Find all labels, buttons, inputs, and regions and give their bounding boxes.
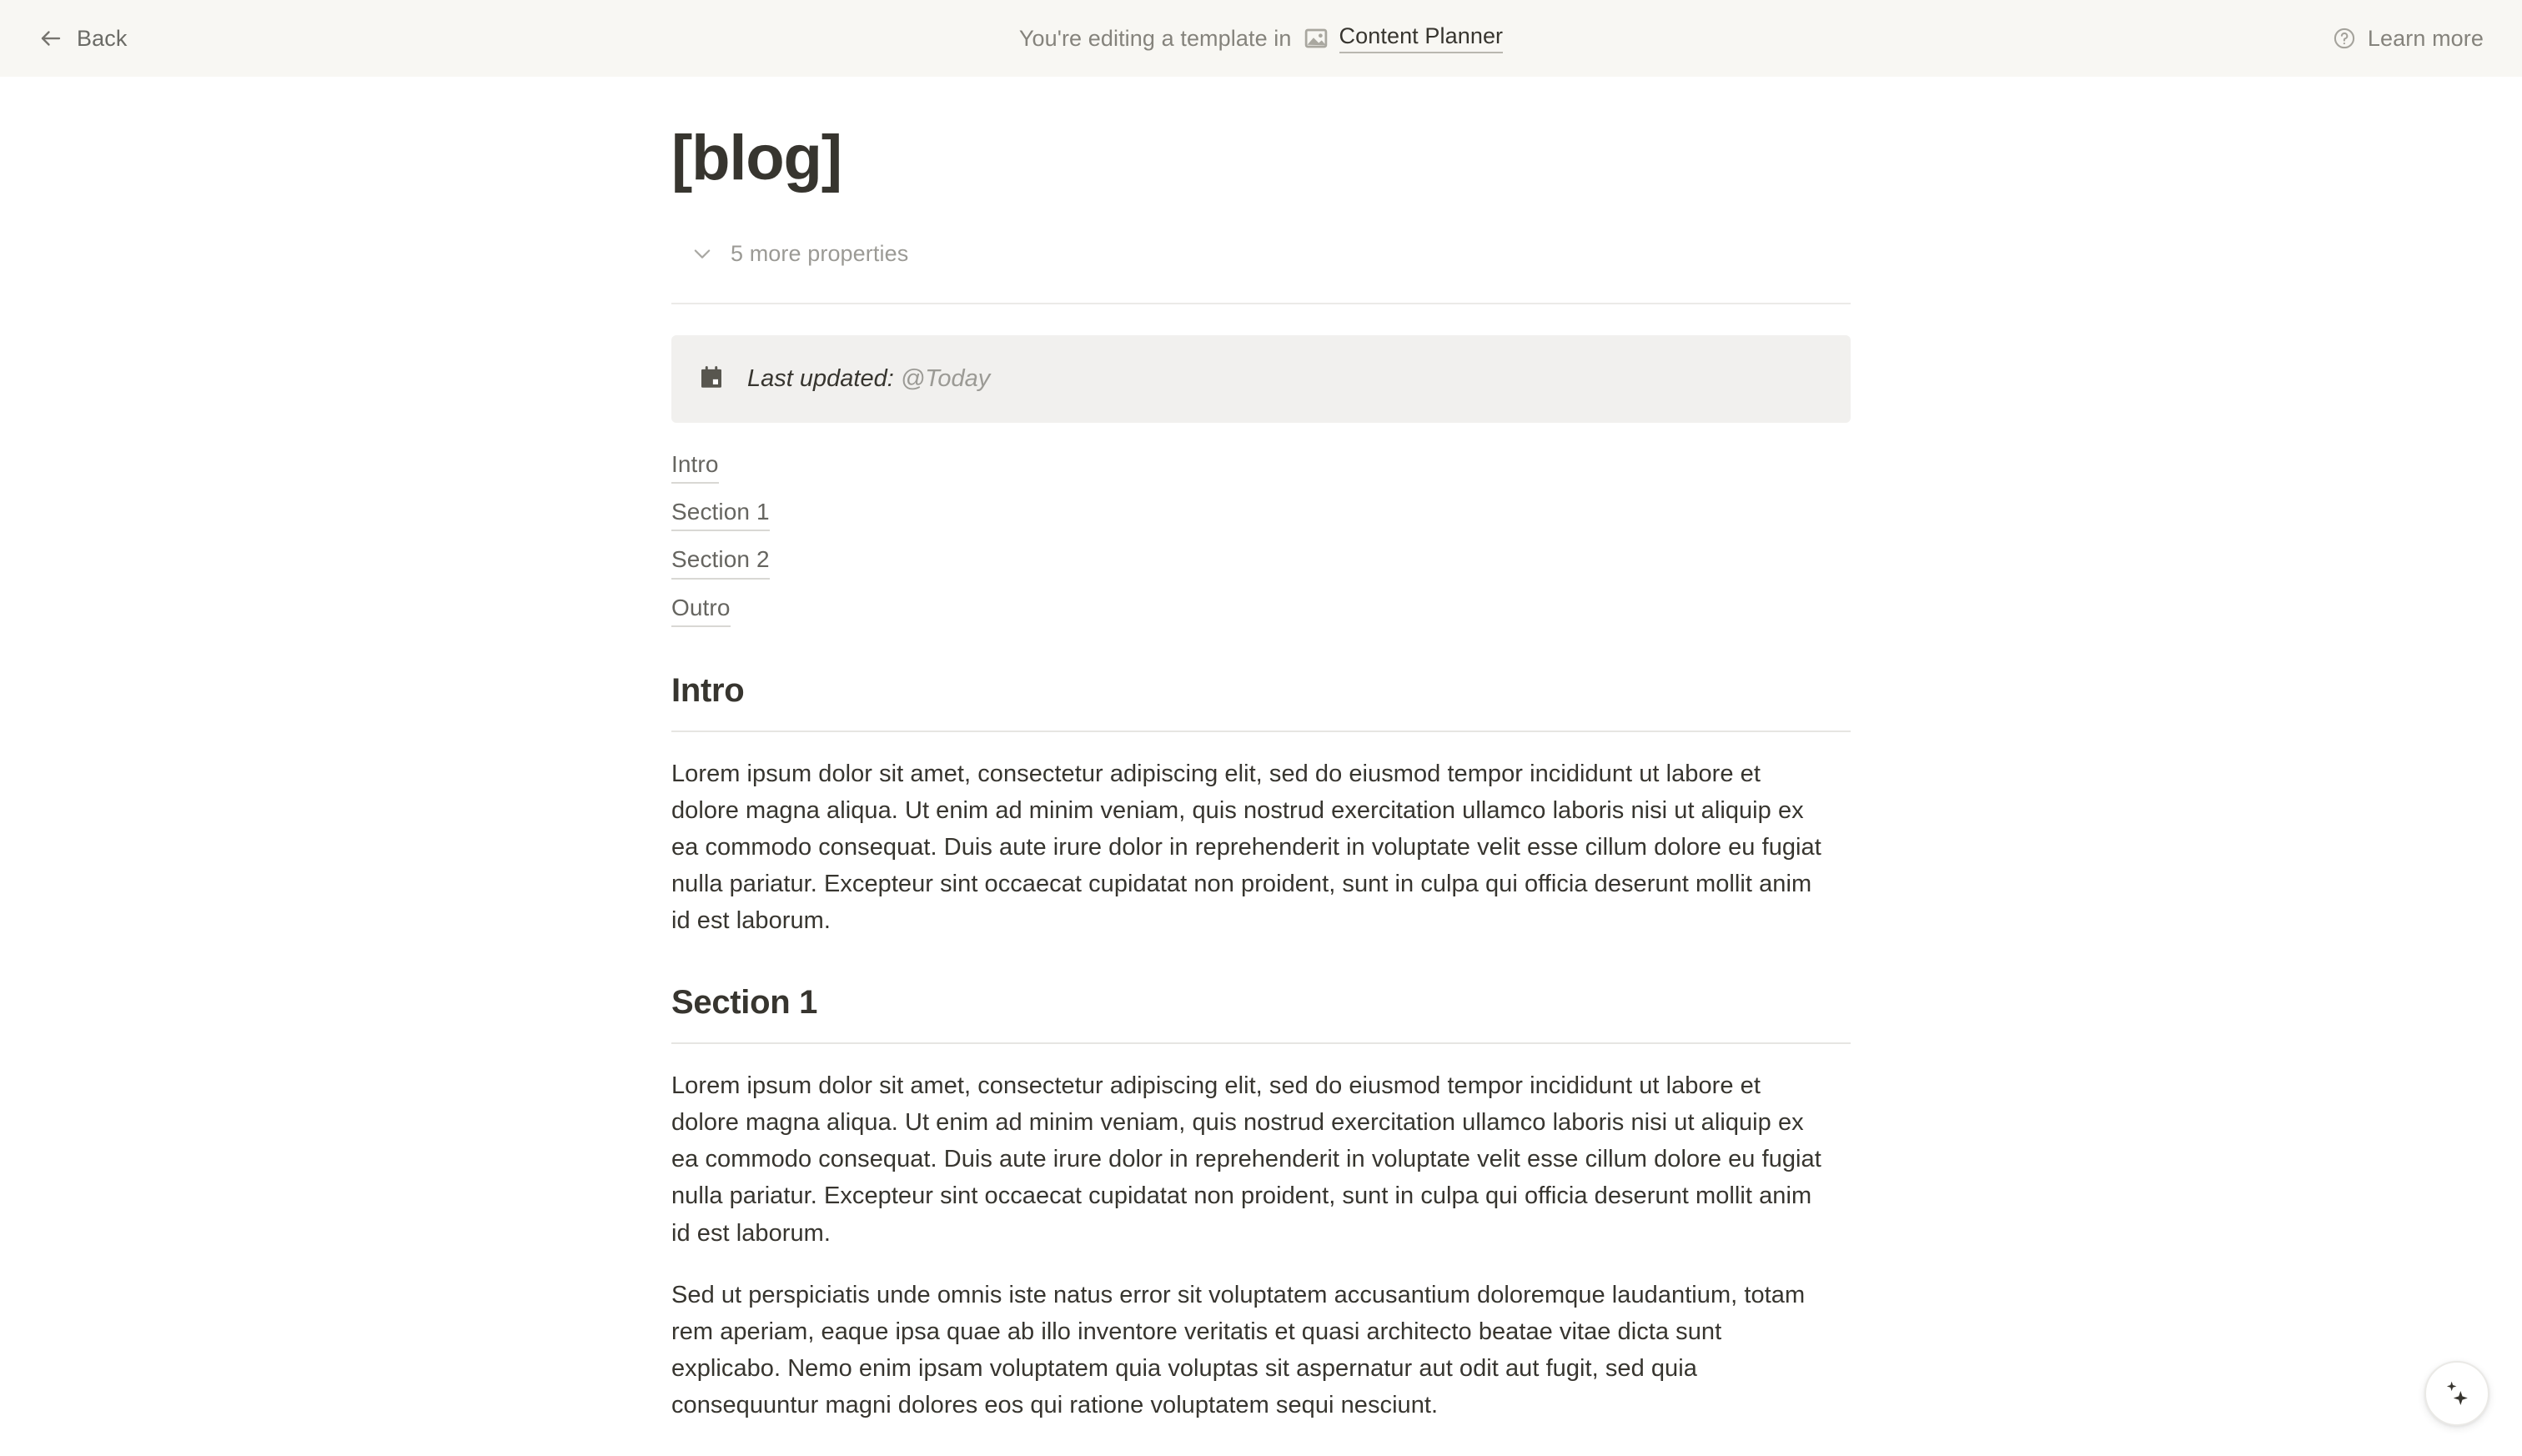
section-paragraph[interactable]: Lorem ipsum dolor sit amet, consectetur … bbox=[671, 1067, 1831, 1251]
page-scroll-area[interactable]: [blog] 5 more properties Last updated: @… bbox=[0, 77, 2522, 1456]
banner-message-text: You're editing a template in bbox=[1018, 25, 1292, 51]
last-updated-callout[interactable]: Last updated: @Today bbox=[671, 334, 1851, 424]
toc-link-intro[interactable]: Intro bbox=[671, 446, 719, 484]
image-icon bbox=[1304, 26, 1329, 51]
arrow-left-icon bbox=[38, 26, 63, 51]
learn-more-button[interactable]: Learn more bbox=[2324, 19, 2492, 58]
back-button[interactable]: Back bbox=[30, 19, 135, 58]
learn-more-label: Learn more bbox=[2367, 25, 2484, 51]
toc-link-section-1[interactable]: Section 1 bbox=[671, 494, 770, 532]
database-name-label: Content Planner bbox=[1339, 23, 1504, 53]
section-paragraph[interactable]: Lorem ipsum dolor sit amet, consectetur … bbox=[671, 756, 1831, 939]
properties-divider bbox=[671, 302, 1851, 304]
template-editing-banner: Back You're editing a template in Conten… bbox=[0, 0, 2522, 77]
callout-text: Last updated: @Today bbox=[747, 361, 990, 398]
section-heading-section-1[interactable]: Section 1 bbox=[671, 982, 1853, 1022]
callout-date-mention[interactable]: @Today bbox=[901, 365, 990, 392]
page-title[interactable]: [blog] bbox=[669, 123, 1853, 193]
back-button-label: Back bbox=[77, 25, 128, 51]
toc-link-outro[interactable]: Outro bbox=[671, 590, 731, 627]
sparkle-icon bbox=[2440, 1377, 2474, 1410]
table-of-contents: Intro Section 1 Section 2 Outro bbox=[671, 446, 1853, 627]
more-properties-toggle[interactable]: 5 more properties bbox=[687, 235, 917, 273]
ai-assistant-button[interactable] bbox=[2424, 1361, 2489, 1426]
section-paragraph[interactable]: Sed ut perspiciatis unde omnis iste natu… bbox=[671, 1277, 1831, 1423]
page-content-column: [blog] 5 more properties Last updated: @… bbox=[669, 77, 1853, 1423]
heading-rule bbox=[671, 1042, 1851, 1045]
database-link[interactable]: Content Planner bbox=[1304, 23, 1504, 53]
banner-message-group: You're editing a template in Content Pla… bbox=[1018, 23, 1504, 53]
heading-rule bbox=[671, 730, 1851, 732]
section-heading-intro[interactable]: Intro bbox=[671, 670, 1853, 710]
question-circle-icon bbox=[2333, 27, 2356, 50]
calendar-icon bbox=[698, 364, 725, 391]
toc-link-section-2[interactable]: Section 2 bbox=[671, 541, 770, 580]
more-properties-label: 5 more properties bbox=[731, 240, 909, 266]
callout-label: Last updated: bbox=[747, 364, 894, 392]
chevron-down-icon bbox=[691, 242, 714, 265]
